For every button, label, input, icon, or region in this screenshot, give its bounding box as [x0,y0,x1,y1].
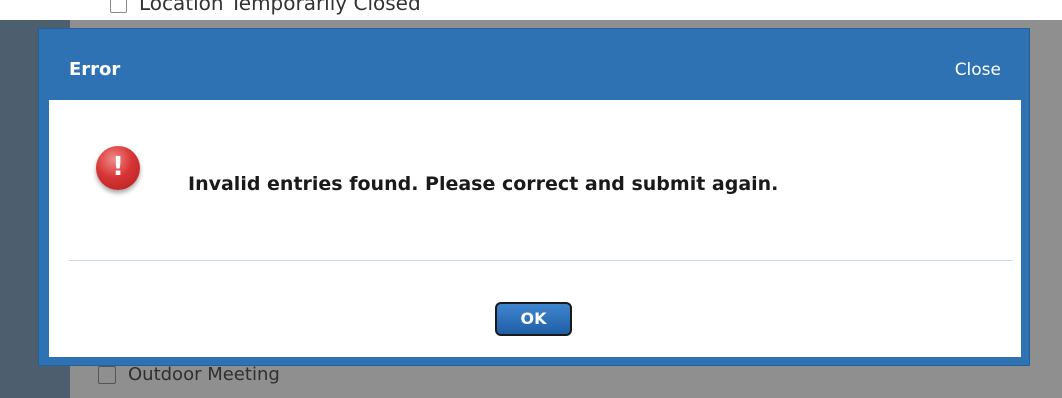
background-checkbox-row-top: Location Temporarily Closed [0,0,421,15]
error-icon: ! [96,146,140,190]
ok-button[interactable]: OK [495,302,572,336]
error-dialog: Error Close ! Invalid entries found. Ple… [38,28,1030,366]
dialog-body: ! Invalid entries found. Please correct … [49,100,1021,357]
background-top-strip: Location Temporarily Closed [0,0,1062,20]
dialog-title: Error [69,59,121,80]
dialog-header: Error Close [49,39,1021,101]
location-closed-label: Location Temporarily Closed [139,0,421,15]
outdoor-meeting-checkbox[interactable] [98,366,116,384]
dialog-divider [69,260,1013,261]
close-link[interactable]: Close [955,60,1001,80]
outdoor-meeting-label: Outdoor Meeting [128,364,280,385]
background-checkbox-row-bottom: Outdoor Meeting [98,364,280,385]
page: Location Temporarily Closed Outdoor Meet… [0,0,1062,398]
error-message: Invalid entries found. Please correct an… [188,173,779,195]
location-closed-checkbox[interactable] [110,0,127,13]
